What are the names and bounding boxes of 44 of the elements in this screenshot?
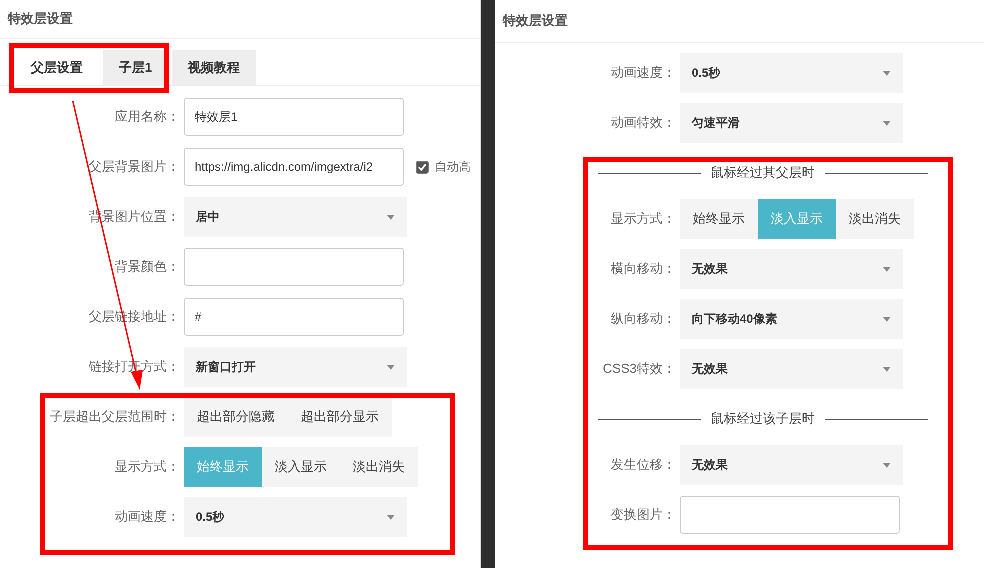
caret-icon — [883, 266, 891, 272]
dropdown[interactable]: 0.5秒 — [184, 497, 407, 537]
dropdown[interactable]: 无效果 — [680, 349, 903, 389]
field-label: 背景颜色： — [114, 258, 181, 276]
field-label: 显示方式： — [114, 458, 181, 476]
caret-icon — [883, 462, 891, 468]
field-label: 动画速度： — [114, 508, 181, 526]
dropdown[interactable]: 匀速平滑 — [680, 103, 903, 143]
dropdown[interactable]: 新窗口打开 — [184, 347, 407, 387]
field-label: 动画特效： — [610, 114, 677, 132]
field-label: CSS3特效： — [602, 360, 677, 378]
field-label: 纵向移动： — [610, 310, 677, 328]
field-label: 横向移动： — [610, 260, 677, 278]
section-heading: 鼠标经过其父层时 — [711, 164, 815, 182]
dropdown[interactable]: 无效果 — [680, 249, 903, 289]
dropdown[interactable]: 无效果 — [680, 445, 903, 485]
text-field[interactable]: https://img.alicdn.com/imgextra/i2 — [184, 148, 404, 186]
dropdown[interactable]: 0.5秒 — [680, 53, 903, 93]
field-label: 应用名称： — [114, 108, 181, 126]
text-field[interactable]: 特效层1 — [184, 98, 404, 136]
caret-icon — [387, 214, 395, 220]
dropdown[interactable]: 居中 — [184, 197, 407, 237]
field-label: 显示方式： — [610, 210, 677, 228]
caret-icon — [387, 514, 395, 520]
dropdown[interactable]: 向下移动40像素 — [680, 299, 903, 339]
checkbox-label: 自动高 — [435, 158, 471, 176]
field-label: 发生位移： — [610, 456, 677, 474]
text-field[interactable] — [680, 496, 900, 534]
checkbox[interactable] — [416, 160, 429, 174]
tab[interactable]: 视频教程 — [172, 50, 256, 85]
panel-title: 特效层设置 — [503, 12, 568, 30]
panel-title: 特效层设置 — [8, 10, 73, 28]
caret-icon — [883, 316, 891, 322]
text-field[interactable] — [184, 248, 404, 286]
field-label: 父层背景图片： — [88, 158, 181, 176]
caret-icon — [883, 366, 891, 372]
text-field[interactable]: # — [184, 298, 404, 336]
field-label: 子层超出父层范围时： — [49, 408, 181, 426]
caret-icon — [883, 120, 891, 126]
section-heading: 鼠标经过该子层时 — [711, 410, 815, 428]
caret-icon — [387, 364, 395, 370]
field-label: 动画速度： — [610, 64, 677, 82]
caret-icon — [883, 70, 891, 76]
field-label: 变换图片： — [610, 506, 677, 524]
